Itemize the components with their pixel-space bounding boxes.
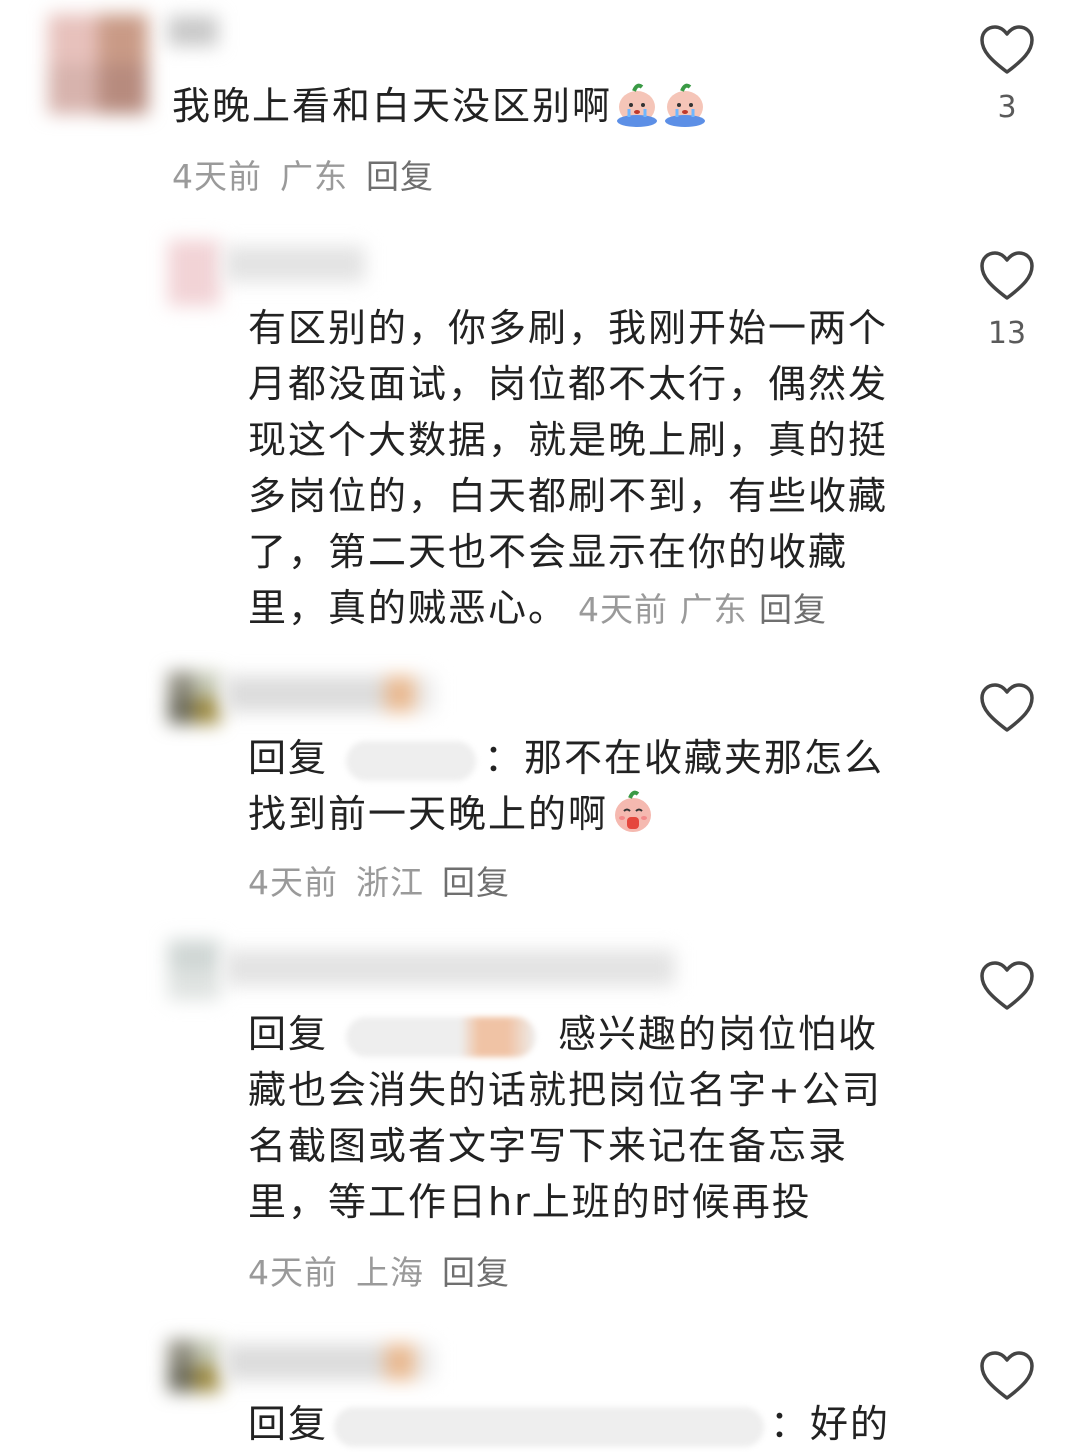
- avatar[interactable]: [168, 940, 220, 1000]
- comment-meta: 4天前 广东 回复: [578, 590, 827, 629]
- crying-peach-emoji-icon: [614, 81, 660, 127]
- heart-outline-icon: [980, 25, 1034, 74]
- comment-text: 我晚上看和白天没区别啊: [172, 78, 708, 134]
- mentioned-user[interactable]: [334, 1406, 765, 1447]
- crying-peach-emoji-icon: [662, 81, 708, 127]
- avatar[interactable]: [48, 14, 148, 114]
- username[interactable]: [225, 950, 675, 986]
- reply-button[interactable]: 回复: [759, 590, 827, 629]
- username[interactable]: [225, 676, 435, 712]
- comment-text: 回复 感兴趣的岗位怕收 藏也会消失的话就把岗位名字+公司 名截图或者文字写下来记在…: [248, 1012, 882, 1224]
- heart-outline-icon: [980, 961, 1034, 1010]
- reply-prefix: 回复: [248, 1402, 329, 1446]
- like-button[interactable]: [975, 1350, 1039, 1402]
- comment-location: 广东: [679, 590, 748, 629]
- heart-outline-icon: [980, 1351, 1034, 1400]
- comment-time: 4天前: [248, 863, 338, 902]
- comment-location: 广东: [280, 157, 348, 196]
- like-count: 13: [987, 316, 1027, 351]
- comment-meta: 4天前 广东 回复: [172, 150, 434, 198]
- reply-button[interactable]: 回复: [442, 1253, 510, 1292]
- reply-prefix: 回复: [248, 1012, 329, 1056]
- username[interactable]: [225, 1344, 435, 1380]
- comment-text: 回复 ：那不在收藏夹那怎么 找到前一天晚上的啊: [248, 736, 885, 836]
- comment-time: 4天前: [578, 590, 669, 629]
- like-button[interactable]: [975, 682, 1039, 734]
- reply-prefix: 回复: [248, 736, 329, 780]
- username[interactable]: [225, 246, 365, 282]
- mentioned-user[interactable]: [346, 1016, 537, 1057]
- comment-text: 有区别的，你多刷，我刚开始一两个 月都没面试，岗位都不太行，偶然发 现这个大数据…: [248, 306, 889, 630]
- comment-time: 4天前: [248, 1253, 338, 1292]
- like-count: 3: [997, 90, 1017, 125]
- heart-outline-icon: [980, 683, 1034, 732]
- reply-button[interactable]: 回复: [442, 863, 510, 902]
- avatar[interactable]: [168, 672, 220, 724]
- heart-outline-icon: [980, 251, 1034, 300]
- like-button[interactable]: 3: [975, 24, 1039, 125]
- comment-meta: 4天前 上海 回复: [248, 1246, 510, 1294]
- avatar[interactable]: [168, 1340, 220, 1392]
- comment-location: 浙江: [356, 863, 424, 902]
- comment-text: 回复 ：好的: [248, 1402, 891, 1447]
- praying-peach-emoji-icon: [610, 789, 656, 835]
- reply-button[interactable]: 回复: [366, 157, 434, 196]
- avatar[interactable]: [168, 240, 220, 306]
- like-button[interactable]: 13: [975, 250, 1039, 351]
- comment-location: 上海: [356, 1253, 424, 1292]
- mentioned-user[interactable]: [346, 740, 477, 781]
- like-button[interactable]: [975, 960, 1039, 1012]
- username[interactable]: [168, 16, 218, 46]
- comment-time: 4天前: [172, 157, 262, 196]
- comment-meta: 4天前 浙江 回复: [248, 856, 510, 904]
